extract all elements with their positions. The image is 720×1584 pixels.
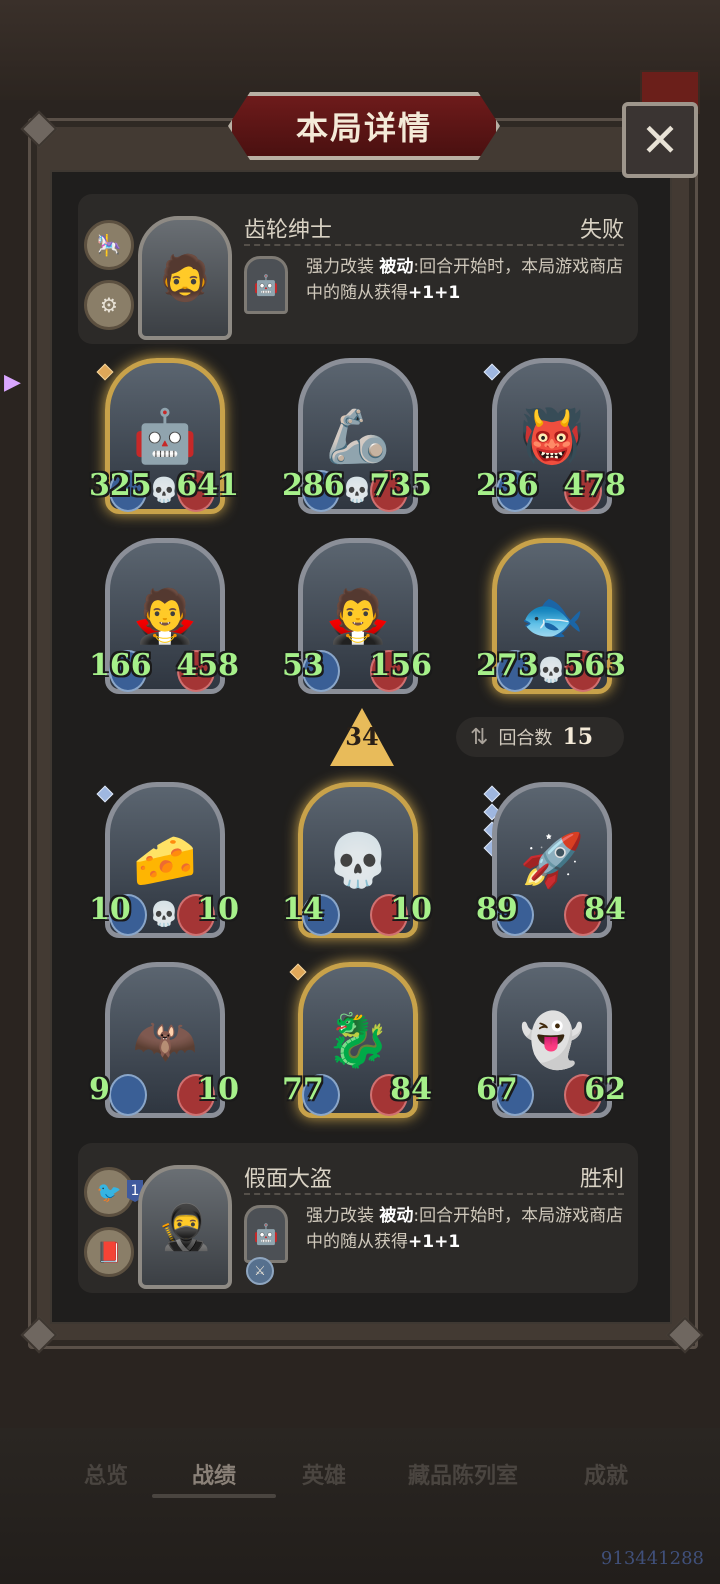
tab-records[interactable]: 战绩	[192, 1458, 236, 1490]
minion-health: 156	[369, 648, 432, 683]
minion-health: 735	[369, 468, 432, 503]
minion-attack: 273	[476, 648, 539, 683]
minion-health: 10	[197, 1072, 239, 1107]
minion-health: 458	[176, 648, 239, 683]
skill-type: 被动	[379, 257, 414, 277]
deathrattle-skull-icon: 💀	[149, 476, 179, 504]
skill-name: 强力改装	[306, 1206, 374, 1226]
minion-health: 84	[390, 1072, 432, 1107]
hero-power-icon[interactable]: 🤖	[244, 1205, 288, 1263]
deathrattle-skull-icon: 💀	[342, 476, 372, 504]
minion-health: 563	[563, 648, 626, 683]
match-result: 失败	[579, 218, 624, 243]
book-trinket-icon[interactable]: 📕	[84, 1227, 134, 1277]
minion-card[interactable]: 🦾 💀 286 735	[282, 358, 432, 518]
minion-card[interactable]: 🐟 💀 273 563	[476, 538, 626, 698]
minion-card[interactable]: 🧛 166 458	[89, 538, 239, 698]
tab-achievements[interactable]: 成就	[584, 1458, 628, 1490]
title-plate: 本局详情	[228, 92, 500, 160]
close-icon: ✕	[640, 113, 680, 167]
minion-attack: 53	[282, 648, 324, 683]
side-expand-arrow-icon[interactable]: ▶	[4, 370, 21, 395]
minion-card[interactable]: 🧀 💀 10 10	[89, 782, 239, 942]
watermark-text: 913441288	[600, 1548, 704, 1569]
minion-attack: 286	[282, 468, 345, 503]
tab-heroes[interactable]: 英雄	[302, 1458, 346, 1490]
minion-attack: 10	[89, 892, 131, 927]
hero-power-description: 强力改装 被动:回合开始时，本局游戏商店中的随从获得+1+1	[306, 254, 636, 306]
dialog-title: 本局详情	[295, 109, 432, 147]
minion-attack: 67	[476, 1072, 518, 1107]
minion-card[interactable]: 🧛 53 156	[282, 538, 432, 698]
minion-attack: 89	[476, 892, 518, 927]
minion-health: 641	[176, 468, 239, 503]
round-value: 15	[562, 724, 594, 750]
attack-gem	[109, 1074, 147, 1116]
hero-name: 假面大盗	[244, 1167, 333, 1192]
trinket-icon[interactable]: 🐦 1	[84, 1167, 143, 1217]
round-counter: ⇅ 回合数 15	[456, 717, 624, 757]
skill-type: 被动	[379, 1206, 414, 1226]
skill-bonus: +1+1	[408, 1232, 461, 1252]
hero-power-description: 强力改装 被动:回合开始时，本局游戏商店中的随从获得+1+1	[306, 1203, 636, 1255]
deathrattle-skull-icon: 💀	[149, 900, 179, 928]
opponent-hero-card: 🎠 ⚙ 🧔 齿轮绅士 失败 🤖 强力改装 被动:回合开始时，本局游戏商店中的随从…	[78, 194, 638, 344]
hero-power-icon[interactable]: 🤖	[244, 256, 288, 314]
gear-gremlin-trinket-icon[interactable]: ⚙	[84, 280, 134, 330]
minion-card[interactable]: 🚀 89 84	[476, 782, 626, 942]
divider	[244, 1193, 624, 1195]
minion-card[interactable]: 🦇 9 10	[89, 962, 239, 1122]
carousel-trinket-icon[interactable]: 🎠	[84, 220, 134, 270]
hero-name: 齿轮绅士	[244, 218, 333, 243]
deathrattle-skull-icon: 💀	[536, 656, 566, 684]
top-background	[0, 0, 720, 100]
minion-attack: 9	[89, 1072, 110, 1107]
minion-health: 10	[390, 892, 432, 927]
minion-card[interactable]: 👻 67 62	[476, 962, 626, 1122]
minion-attack: 166	[89, 648, 152, 683]
skill-name: 强力改装	[306, 257, 374, 277]
skill-bonus: +1+1	[408, 283, 461, 303]
minion-card[interactable]: 💀 14 10	[282, 782, 432, 942]
minion-health: 10	[197, 892, 239, 927]
minion-attack: 14	[282, 892, 324, 927]
hero-portrait-masked-thief[interactable]: 🥷	[138, 1165, 232, 1289]
match-result: 胜利	[579, 1167, 624, 1192]
minion-card[interactable]: 🐉 77 84	[282, 962, 432, 1122]
minion-card[interactable]: 🤖 💀 325 641	[89, 358, 239, 518]
round-label: 回合数	[498, 728, 553, 749]
minion-health: 84	[584, 892, 626, 927]
tab-overview[interactable]: 总览	[84, 1458, 128, 1490]
buff-icon[interactable]: ⚔	[246, 1257, 274, 1285]
close-button[interactable]: ✕	[622, 102, 698, 178]
swap-icon: ⇅	[470, 724, 489, 750]
minion-health: 62	[584, 1072, 626, 1107]
minion-attack: 325	[89, 468, 152, 503]
active-tab-indicator	[152, 1494, 276, 1498]
tavern-level: 34	[345, 722, 379, 751]
tab-collection-gallery[interactable]: 藏品陈列室	[408, 1458, 518, 1490]
divider	[244, 244, 624, 246]
minion-attack: 77	[282, 1072, 324, 1107]
minion-health: 478	[563, 468, 626, 503]
player-hero-card: 🐦 1 📕 🥷 假面大盗 胜利 🤖 强力改装 被动:回合开始时，本局游戏商店中的…	[78, 1143, 638, 1293]
minion-card[interactable]: 👹 236 478	[476, 358, 626, 518]
minion-attack: 236	[476, 468, 539, 503]
hero-portrait-gear-gentleman[interactable]: 🧔	[138, 216, 232, 340]
